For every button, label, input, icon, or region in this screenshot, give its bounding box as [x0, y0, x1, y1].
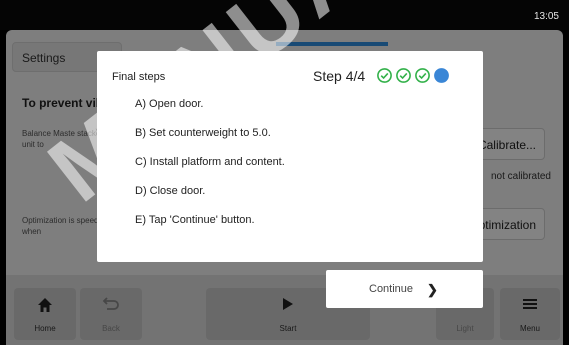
step-item: D) Close door. [135, 185, 206, 197]
step-item: E) Tap 'Continue' button. [135, 214, 255, 226]
step-complete-icon [395, 67, 412, 84]
step-current-icon [433, 67, 450, 84]
continue-button[interactable]: Continue ❯ [326, 270, 483, 308]
step-item: C) Install platform and content. [135, 156, 285, 168]
step-complete-icon [376, 67, 393, 84]
dialog-title: Final steps [112, 71, 166, 83]
status-bar: 13:05 [0, 0, 569, 30]
final-steps-dialog: Final steps Step 4/4 A) Open door. B) Set… [97, 51, 483, 262]
step-complete-icon [414, 67, 431, 84]
screen: 13:05 Settings To prevent vib Balance Ma… [0, 0, 569, 345]
clock: 13:05 [533, 11, 559, 22]
chevron-right-icon: ❯ [427, 282, 438, 297]
step-counter: Step 4/4 [313, 68, 366, 84]
continue-button-label: Continue [369, 283, 414, 295]
step-item: A) Open door. [135, 98, 204, 110]
step-item: B) Set counterweight to 5.0. [135, 127, 271, 139]
